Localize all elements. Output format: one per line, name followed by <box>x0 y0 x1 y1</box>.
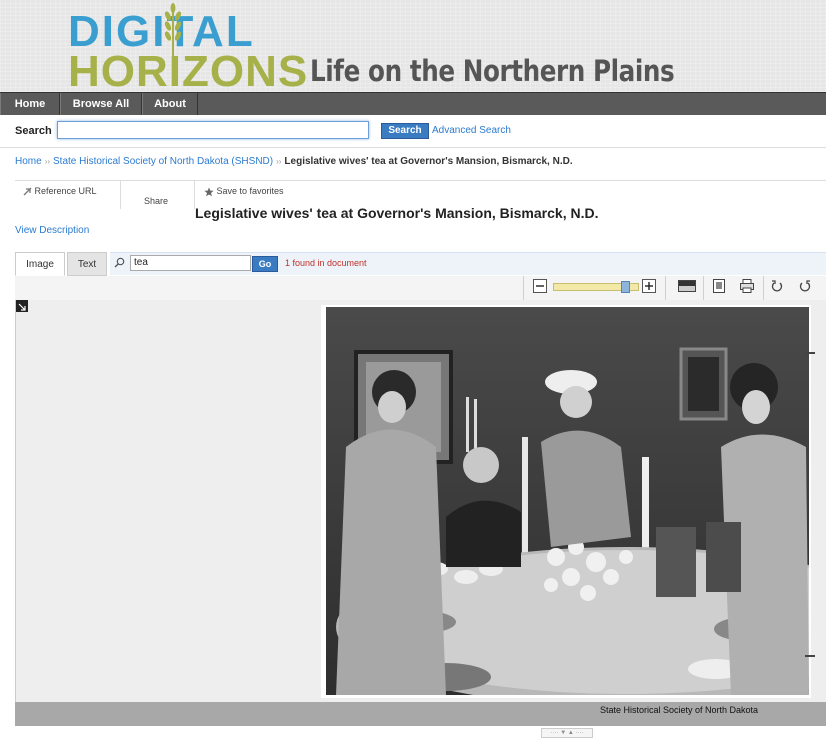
fit-page-icon[interactable] <box>712 279 726 293</box>
breadcrumb-separator: ›› <box>44 157 51 166</box>
photo-illustration <box>326 307 809 695</box>
breadcrumb-collection[interactable]: State Historical Society of North Dakota… <box>53 156 273 167</box>
main-nav: Home Browse All About <box>0 92 826 116</box>
zoom-out-icon[interactable] <box>533 279 547 293</box>
share-button[interactable]: Share <box>144 196 168 206</box>
contrast-icon[interactable] <box>678 279 696 293</box>
view-description-link[interactable]: View Description <box>15 225 89 236</box>
breadcrumb-separator: ›› <box>276 157 282 166</box>
item-tools: Reference URL Share Save to favorites <box>15 180 826 209</box>
search-label: Search <box>15 125 52 137</box>
photograph <box>326 307 809 695</box>
site-tagline: Life on the Northern Plains <box>310 54 675 88</box>
save-to-favorites-label: Save to favorites <box>216 186 284 196</box>
viewer-toolbar <box>15 276 826 301</box>
wheat-icon <box>164 3 182 86</box>
save-to-favorites-button[interactable]: Save to favorites <box>204 186 284 197</box>
breadcrumb-current: Legislative wives' tea at Governor's Man… <box>284 156 573 167</box>
rotate-left-icon[interactable] <box>770 279 784 293</box>
document-image[interactable] <box>321 305 811 698</box>
search-input[interactable] <box>57 121 369 139</box>
nav-about[interactable]: About <box>142 93 198 115</box>
logo-horizons: HORIZONS <box>68 47 309 96</box>
star-icon <box>204 187 214 196</box>
link-icon <box>23 187 32 196</box>
print-icon[interactable] <box>740 279 754 293</box>
zoom-in-icon[interactable] <box>642 279 656 293</box>
image-credit-bar: State Historical Society of North Dakota <box>15 702 826 726</box>
site-header: DIGITAL HORIZONS Life on the Northern Pl… <box>0 0 826 96</box>
tab-image[interactable]: Image <box>15 252 65 276</box>
page-marker <box>805 352 815 354</box>
reference-url-button[interactable]: Reference URL <box>23 186 97 196</box>
resize-handle[interactable]: ···· ▼ ▲ ···· <box>541 728 593 738</box>
item-title: Legislative wives' tea at Governor's Man… <box>195 205 599 221</box>
expand-icon[interactable] <box>16 300 28 312</box>
breadcrumb: Home ›› State Historical Society of North … <box>15 156 573 167</box>
nav-home[interactable]: Home <box>0 93 60 115</box>
search-button[interactable]: Search <box>381 123 429 139</box>
page-marker <box>805 655 815 657</box>
viewer-tabs: Image Text <box>15 252 826 277</box>
advanced-search-link[interactable]: Advanced Search <box>432 125 511 136</box>
breadcrumb-home[interactable]: Home <box>15 156 42 167</box>
image-credit: State Historical Society of North Dakota <box>600 705 759 715</box>
image-viewer[interactable] <box>15 300 826 702</box>
nav-browse-all[interactable]: Browse All <box>60 93 142 115</box>
tab-text[interactable]: Text <box>67 252 107 276</box>
rotate-right-icon[interactable] <box>798 279 812 293</box>
zoom-slider-thumb[interactable] <box>621 281 630 293</box>
reference-url-label: Reference URL <box>34 186 97 196</box>
search-bar: Search Search Advanced Search <box>0 115 826 148</box>
